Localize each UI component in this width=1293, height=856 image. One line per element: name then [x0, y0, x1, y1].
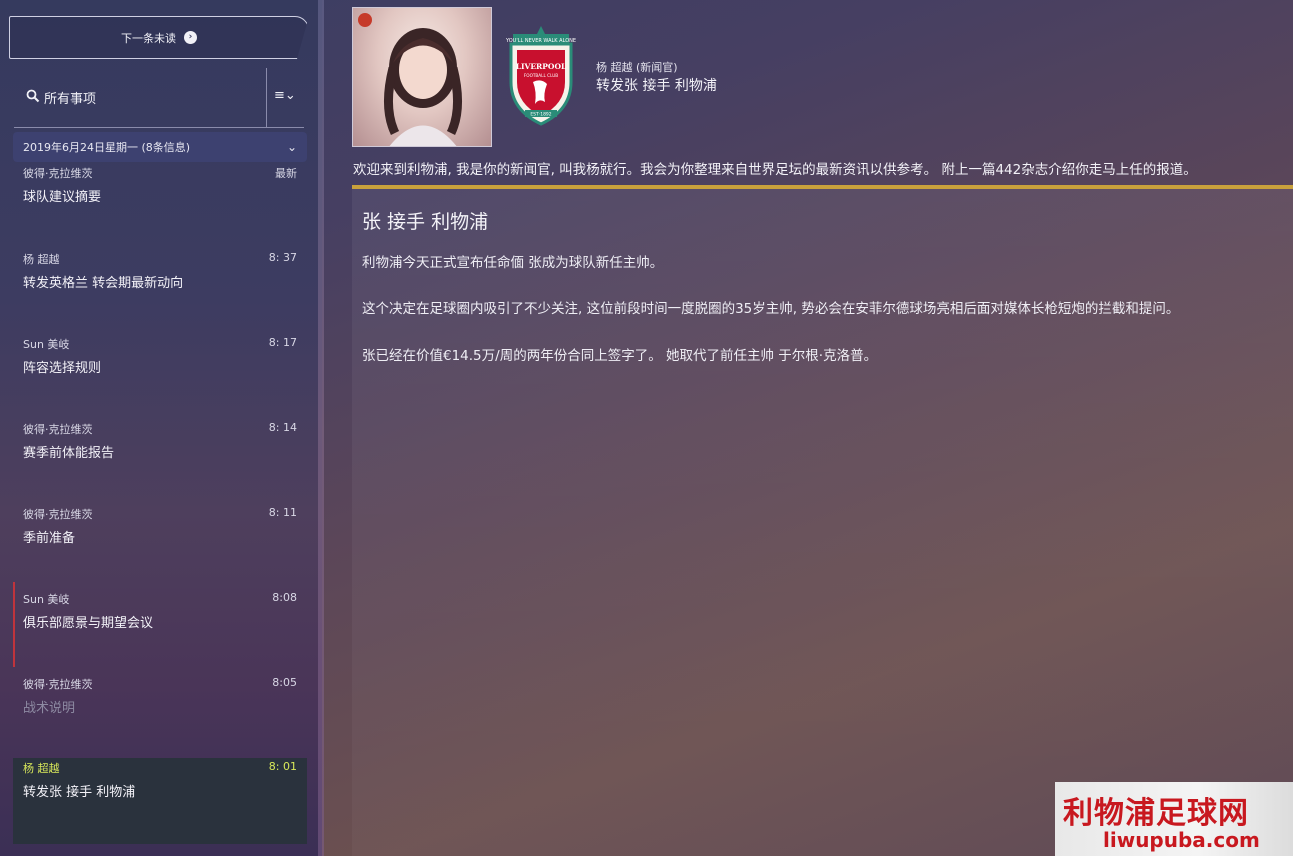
filter-label[interactable]: 所有事项: [44, 88, 96, 107]
article-paragraph: 张已经在价值€14.5万/周的两年份合同上签字了。 她取代了前任主帅 于尔根·克…: [362, 348, 878, 364]
crest-est: EST·1892: [530, 112, 551, 118]
watermark-title: 利物浦足球网: [1063, 796, 1249, 831]
message-sender: 杨 超越: [23, 762, 60, 775]
message-subject: 赛季前体能报告: [23, 446, 115, 461]
message-time: 8: 11: [268, 506, 297, 519]
crest-sub: FOOTBALL CLUB: [524, 73, 558, 78]
inbox-sidebar: 下一条未读 › 所有事项 ≡⌄ 2019年6月24日星期一 (8条信息) ⌄ 彼…: [0, 0, 322, 856]
message-subject: 阵容选择规则: [23, 361, 102, 376]
message-item[interactable]: 彼得·克拉维茨 最新 球队建议摘要: [13, 162, 307, 247]
message-sender: 杨 超越: [23, 253, 60, 266]
site-watermark: 利物浦足球网 liwupuba.com: [1055, 782, 1293, 856]
message-time: 8: 14: [268, 421, 297, 434]
message-sender: 彼得·克拉维茨: [23, 678, 93, 691]
filter-divider: [266, 68, 267, 127]
article-title: 张 接手 利物浦: [362, 211, 489, 233]
article-paragraph: 这个决定在足球圈内吸引了不少关注, 这位前段时间一度脱圈的35岁主帅, 势必会在…: [362, 301, 1180, 317]
sender-avatar: [352, 7, 492, 147]
message-sender: Sun 美岐: [23, 338, 70, 351]
message-item-selected[interactable]: 杨 超越 8: 01 转发张 接手 利物浦: [13, 758, 307, 844]
crest-name: LIVERPOOL: [516, 62, 567, 71]
crest-motto: YOU'LL NEVER WALK ALONE: [505, 38, 576, 44]
message-time: 8: 01: [268, 760, 297, 773]
message-sender-role: 杨 超越 (新闻官): [596, 61, 678, 74]
message-subject: 转发张 接手 利物浦: [23, 785, 136, 800]
message-item[interactable]: Sun 美岐 8: 17 阵容选择规则: [13, 335, 307, 420]
message-time: 8: 17: [268, 336, 297, 349]
message-sender: 彼得·克拉维茨: [23, 423, 93, 436]
message-subject: 战术说明: [23, 701, 76, 716]
message-title: 转发张 接手 利物浦: [596, 78, 717, 94]
message-item[interactable]: 彼得·克拉维茨 8:05 战术说明: [13, 675, 307, 760]
article-panel: 张 接手 利物浦 利物浦今天正式宣布任命偭 张成为球队新任主帅。 这个决定在足球…: [352, 185, 1293, 856]
date-group-header[interactable]: 2019年6月24日星期一 (8条信息) ⌄: [13, 132, 307, 162]
next-unread-label: 下一条未读: [121, 31, 176, 45]
message-sender: 彼得·克拉维茨: [23, 508, 93, 521]
article-paragraph: 利物浦今天正式宣布任命偭 张成为球队新任主帅。: [362, 255, 664, 271]
watermark-url: liwupuba.com: [1103, 828, 1260, 852]
date-group-label: 2019年6月24日星期一 (8条信息): [23, 141, 191, 154]
message-subject: 季前准备: [23, 531, 76, 546]
message-subject: 球队建议摘要: [23, 190, 102, 205]
message-item[interactable]: 彼得·克拉维茨 8: 14 赛季前体能报告: [13, 420, 307, 505]
message-item[interactable]: 彼得·克拉维茨 8: 11 季前准备: [13, 505, 307, 590]
message-subject: 俱乐部愿景与期望会议: [23, 616, 154, 631]
sort-menu-icon[interactable]: ≡⌄: [274, 88, 296, 103]
message-time: 8:08: [272, 591, 297, 604]
message-time: 最新: [275, 167, 297, 180]
chevron-down-icon: ⌄: [286, 140, 297, 154]
next-unread-button[interactable]: 下一条未读 ›: [9, 16, 309, 59]
message-item[interactable]: 杨 超越 8: 37 转发英格兰 转会期最新动向: [13, 250, 307, 335]
message-time: 8:05: [272, 676, 297, 689]
intro-text: 欢迎来到利物浦, 我是你的新闻官, 叫我杨就行。我会为你整理来自世界足坛的最新资…: [353, 162, 1197, 178]
search-icon[interactable]: [26, 89, 40, 103]
message-sender: Sun 美岐: [23, 593, 70, 606]
message-subject: 转发英格兰 转会期最新动向: [23, 276, 184, 291]
club-crest-icon: YOU'LL NEVER WALK ALONE LIVERPOOL FOOTBA…: [505, 26, 576, 126]
message-item[interactable]: Sun 美岐 8:08 俱乐部愿景与期望会议: [13, 582, 307, 675]
filter-bar: 所有事项 ≡⌄: [14, 68, 304, 128]
message-sender: 彼得·克拉维茨: [23, 167, 93, 180]
arrow-right-icon: ›: [184, 31, 197, 44]
sidebar-scrollbar[interactable]: [318, 0, 324, 856]
message-time: 8: 37: [268, 251, 297, 264]
